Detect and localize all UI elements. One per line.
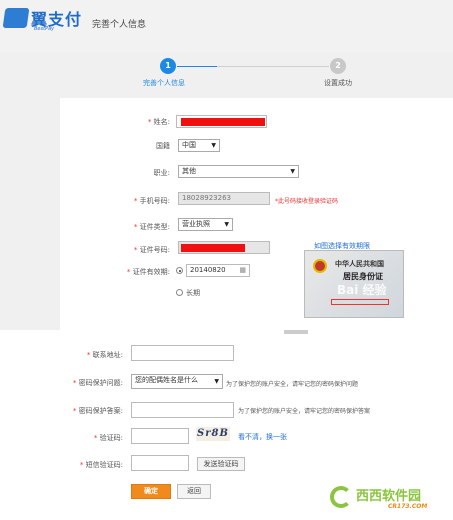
nationality-label: 国籍 <box>156 142 170 150</box>
redaction-bar <box>181 244 245 252</box>
chevron-down-icon: ▼ <box>214 378 219 385</box>
security-answer-hint: 为了保护您的账户安全，请牢记您的密码保护答案 <box>238 408 371 415</box>
id-card-sample-image: 中华人民共和国 居民身份证 Bai 经验 <box>304 250 404 318</box>
security-question-label: * 密码保护问题: <box>72 379 123 387</box>
national-emblem-icon <box>313 259 327 273</box>
idnum-label: * 证件号码: <box>133 246 170 254</box>
idtype-value: 营业执照 <box>182 220 210 228</box>
nationality-select[interactable]: 中国 ▼ <box>178 139 220 152</box>
chevron-down-icon: ▼ <box>211 142 216 149</box>
name-field[interactable] <box>176 115 267 128</box>
id-card-title: 中华人民共和国 <box>335 260 384 268</box>
validity-long-radio[interactable] <box>176 289 183 296</box>
page-title: 完善个人信息 <box>92 20 147 30</box>
validity-date-value: 20140820 <box>190 266 226 274</box>
step-2-label: 设置成功 <box>324 79 352 87</box>
validity-date-field[interactable]: 20140820 ▦ <box>186 264 250 277</box>
validity-date-radio[interactable] <box>176 267 183 274</box>
redaction-bar <box>181 118 265 126</box>
occupation-select[interactable]: 其他 ▼ <box>178 165 299 178</box>
phone-label: * 手机号码: <box>133 197 170 205</box>
validity-label: * 证件有效期: <box>126 268 170 276</box>
step-2-indicator: 2 <box>330 58 346 74</box>
validity-long-label: 长期 <box>186 289 200 297</box>
address-input[interactable] <box>131 345 234 361</box>
site-logo-text: 西西软件园 <box>356 489 422 504</box>
captcha-input[interactable] <box>131 428 189 444</box>
address-label: * 联系地址: <box>86 351 123 359</box>
confirm-button[interactable]: 确定 <box>131 484 171 499</box>
nationality-value: 中国 <box>182 141 196 149</box>
logo-subtext: BestPay <box>34 26 55 32</box>
captcha-label: * 验证码: <box>93 434 123 442</box>
security-question-value: 您的配偶姓名是什么 <box>135 376 198 384</box>
calendar-icon[interactable]: ▦ <box>239 265 246 276</box>
back-button[interactable]: 返回 <box>177 484 211 499</box>
idnum-field[interactable] <box>178 241 270 254</box>
security-question-select[interactable]: 您的配偶姓名是什么 ▼ <box>131 374 223 389</box>
security-answer-input[interactable] <box>131 402 234 418</box>
site-logo-subtext: CR173.COM <box>388 503 428 510</box>
captcha-image[interactable]: Sr8B <box>196 427 230 441</box>
step-progress-done <box>177 66 217 67</box>
baidu-watermark: Bai 经验 <box>337 283 387 297</box>
cr173-site-logo: 西西软件园 CR173.COM <box>330 484 448 514</box>
security-answer-label: * 密码保护答案: <box>72 407 123 415</box>
occupation-value: 其他 <box>182 167 196 175</box>
chevron-down-icon: ▼ <box>224 221 229 228</box>
captcha-refresh-link[interactable]: 看不清，换一张 <box>238 432 287 442</box>
idtype-select[interactable]: 营业执照 ▼ <box>178 218 233 231</box>
name-label: * 姓名: <box>147 118 170 126</box>
phone-hint: *此号码接收登录验证码 <box>275 198 339 205</box>
validity-highlight-box <box>331 299 389 305</box>
bestpay-logo-icon <box>2 8 30 28</box>
send-sms-button[interactable]: 发送验证码 <box>197 457 245 471</box>
image-bottom-edge <box>284 330 308 334</box>
chevron-down-icon: ▼ <box>290 168 295 175</box>
sms-code-input[interactable] <box>131 455 189 471</box>
phone-field: 18028923263 <box>178 192 270 205</box>
security-question-hint: 为了保护您的账户安全，请牢记您的密码保护问题 <box>226 381 359 388</box>
site-logo-icon <box>330 486 352 508</box>
occupation-label: 职业: <box>153 169 170 177</box>
idtype-label: * 证件类型: <box>133 223 170 231</box>
step-1-indicator: 1 <box>160 58 176 74</box>
sms-code-label: * 短信验证码: <box>79 461 123 469</box>
step-1-label: 完善个人信息 <box>143 79 185 87</box>
